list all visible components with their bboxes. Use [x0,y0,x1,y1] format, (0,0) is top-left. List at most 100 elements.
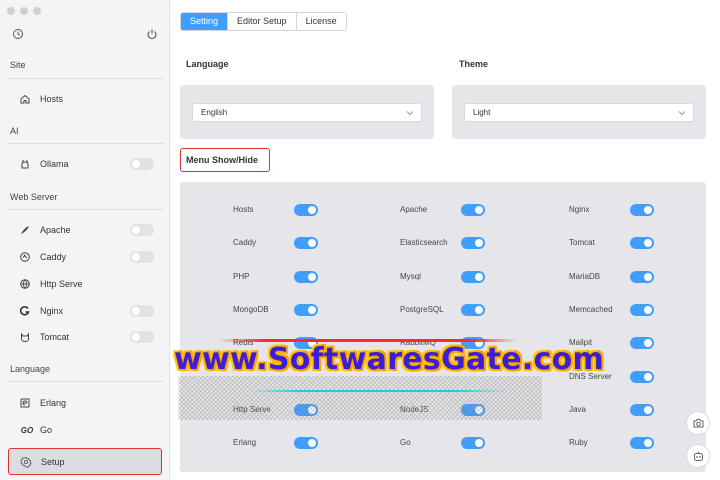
menu-toggle-item: Go [400,437,490,449]
menu-toggle-label: Ruby [569,438,588,447]
maximize-window-dot[interactable] [33,7,41,15]
tab-setting[interactable]: Setting [181,13,229,30]
menu-toggle-item: Tomcat [569,237,659,249]
menu-toggle-label: Memcached [569,305,613,314]
ollama-toggle[interactable] [130,158,154,170]
menu-toggle-switch[interactable] [630,204,654,216]
sidebar: Site Hosts AI Ollama Web Server Apache C… [0,0,170,480]
menu-toggle-item: Memcached [569,304,659,316]
menu-show-hide-heading: Menu Show/Hide [180,148,270,172]
section-title-web-server: Web Server [10,192,58,202]
settings-tabs: Setting Editor Setup License [180,12,347,31]
feather-icon [18,223,32,237]
clock-icon[interactable] [12,28,24,40]
menu-toggle-item: Ruby [569,437,659,449]
sidebar-item-label: Caddy [40,252,67,262]
menu-toggle-label: Nginx [569,205,590,214]
sidebar-item-label: Erlang [40,398,67,408]
language-panel: English [180,85,434,139]
close-window-dot[interactable] [7,7,15,15]
sidebar-item-label: Ollama [40,159,69,169]
assistant-button[interactable] [686,444,710,468]
menu-toggle-item: Mysql [400,271,490,283]
menu-toggle-label: Erlang [233,438,257,447]
menu-toggle-switch[interactable] [630,437,654,449]
tomcat-toggle[interactable] [130,331,154,343]
watermark-overlay: www.SoftwaresGate.com [174,336,604,420]
menu-toggle-switch[interactable] [630,271,654,283]
menu-toggle-item: MongoDB [233,304,323,316]
sidebar-item-nginx[interactable]: Nginx [8,299,162,323]
sidebar-item-ollama[interactable]: Ollama [8,152,162,176]
menu-toggle-switch[interactable] [630,337,654,349]
caddy-icon [18,250,32,264]
theme-heading: Theme [459,59,489,69]
menu-toggle-label: PostgreSQL [400,305,444,314]
caddy-toggle[interactable] [130,251,154,263]
sidebar-item-caddy[interactable]: Caddy [8,245,162,269]
menu-toggle-switch[interactable] [294,204,318,216]
menu-toggle-switch[interactable] [294,271,318,283]
sidebar-item-label: Tomcat [40,332,70,342]
menu-toggle-label: Elasticsearch [400,238,448,247]
menu-toggle-label: Mysql [400,272,421,281]
menu-toggle-switch[interactable] [294,304,318,316]
menu-toggle-item: Caddy [233,237,323,249]
language-heading: Language [186,59,229,69]
theme-select[interactable]: Light [464,103,694,122]
menu-toggle-switch[interactable] [630,371,654,383]
divider [8,78,164,79]
sidebar-item-label: Hosts [40,94,64,104]
screenshot-button[interactable] [686,411,710,435]
home-icon [18,92,32,106]
menu-toggle-switch[interactable] [461,237,485,249]
sidebar-item-label: Nginx [40,306,64,316]
sidebar-item-hosts[interactable]: Hosts [8,87,162,111]
menu-toggle-switch[interactable] [461,304,485,316]
erlang-icon [18,396,32,410]
divider [8,209,164,210]
divider [8,381,164,382]
menu-toggle-switch[interactable] [461,437,485,449]
sidebar-item-go[interactable]: GO Go [8,418,162,442]
apache-toggle[interactable] [130,224,154,236]
menu-toggle-item: Hosts [233,204,323,216]
sidebar-item-tomcat[interactable]: Tomcat [8,325,162,349]
menu-toggle-label: Apache [400,205,428,214]
menu-toggle-switch[interactable] [294,237,318,249]
nginx-toggle[interactable] [130,305,154,317]
sidebar-item-label: Setup [41,456,65,467]
power-icon[interactable] [146,28,158,40]
watermark-text: www.SoftwaresGate.com [174,342,605,377]
watermark-noise [178,376,542,420]
minimize-window-dot[interactable] [20,7,28,15]
nginx-icon [18,304,32,318]
sidebar-item-http-serve[interactable]: Http Serve [8,272,162,296]
menu-toggle-item: Java [569,404,659,416]
language-select[interactable]: English [192,103,422,122]
menu-toggle-item: PostgreSQL [400,304,490,316]
tab-editor-setup[interactable]: Editor Setup [228,13,297,30]
tab-license[interactable]: License [296,13,346,30]
menu-toggle-label: MongoDB [233,305,269,314]
menu-toggle-switch[interactable] [461,271,485,283]
sidebar-item-apache[interactable]: Apache [8,218,162,242]
sidebar-item-label: Go [40,425,53,435]
menu-toggle-switch[interactable] [630,404,654,416]
cat-icon [18,330,32,344]
theme-panel: Light [452,85,706,139]
menu-toggle-switch[interactable] [461,204,485,216]
menu-toggle-item: Elasticsearch [400,237,490,249]
theme-select-value: Light [473,108,491,117]
menu-toggle-switch[interactable] [630,237,654,249]
sidebar-item-setup[interactable]: Setup [8,448,162,475]
menu-toggle-switch[interactable] [630,304,654,316]
menu-toggle-switch[interactable] [294,437,318,449]
sidebar-item-erlang[interactable]: Erlang [8,391,162,415]
language-select-value: English [201,108,228,117]
watermark-cyan-line [248,390,508,392]
section-title-ai: AI [10,126,19,136]
menu-toggle-label: Go [400,438,411,447]
menu-toggle-item: Apache [400,204,490,216]
menu-toggle-label: PHP [233,272,250,281]
